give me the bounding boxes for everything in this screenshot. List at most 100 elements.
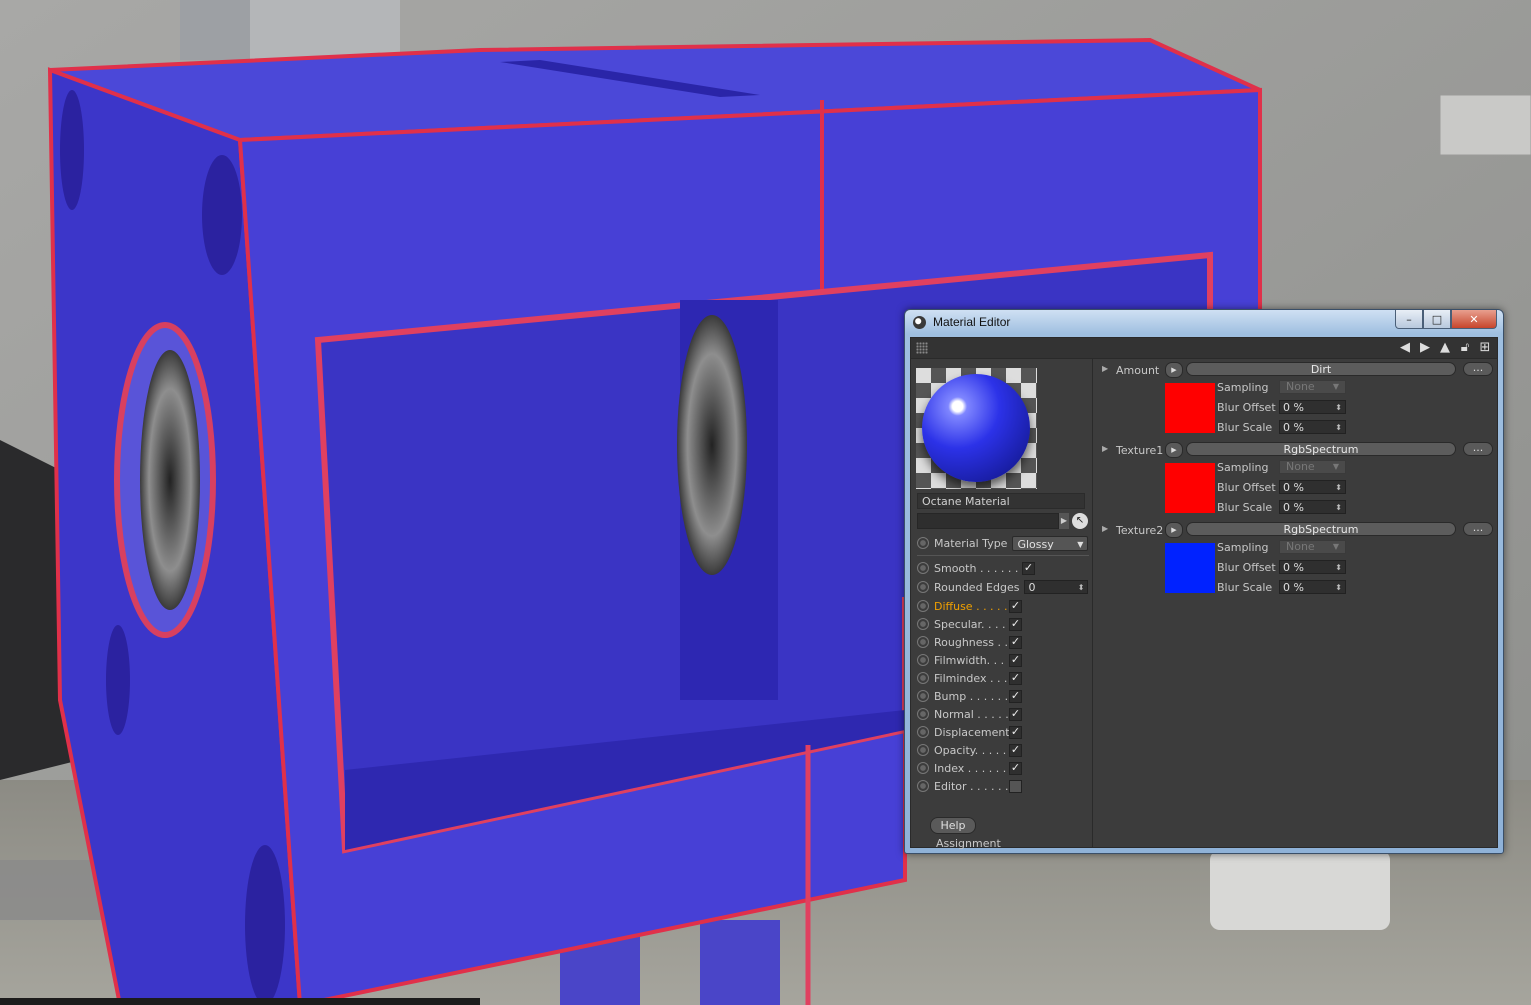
normal-checkbox[interactable]: ✓ — [1009, 708, 1022, 721]
title-bar[interactable]: Material Editor – □ ✕ — [905, 310, 1503, 334]
help-button[interactable]: Help — [930, 817, 976, 834]
channel-label[interactable]: Bump . . . . . . — [934, 690, 1008, 703]
channel-label[interactable]: Displacement — [934, 726, 1010, 739]
shader-options-button[interactable]: ... — [1463, 362, 1493, 376]
channel-label[interactable]: Filmwidth. . . — [934, 654, 1004, 667]
roughness-checkbox[interactable]: ✓ — [1009, 636, 1022, 649]
material-name-field[interactable]: Octane Material — [917, 493, 1085, 509]
chevron-down-icon: ▼ — [1077, 539, 1084, 549]
shader-name-button[interactable]: RgbSpectrum — [1186, 442, 1456, 456]
blur-offset-input[interactable]: 0 % ⬍ — [1279, 400, 1346, 414]
shader-options-button[interactable]: ... — [1463, 442, 1493, 456]
editor-checkbox[interactable] — [1009, 780, 1022, 793]
channel-row-bump[interactable]: Bump . . . . . . ✓ — [917, 687, 1089, 705]
animate-radio[interactable] — [917, 780, 929, 792]
material-link-field[interactable] — [917, 513, 1059, 529]
stepper-arrows-icon[interactable]: ⬍ — [1335, 581, 1342, 595]
stepper-arrows-icon[interactable]: ⬍ — [1335, 401, 1342, 415]
shader-color-swatch[interactable] — [1165, 383, 1215, 433]
link-arrow-button[interactable]: ▶ — [1059, 513, 1069, 529]
channel-row-roughness[interactable]: Roughness . . ✓ — [917, 633, 1089, 651]
animate-radio[interactable] — [917, 537, 929, 549]
material-type-dropdown[interactable]: Glossy ▼ — [1012, 535, 1089, 551]
channel-label[interactable]: Normal . . . . . — [934, 708, 1009, 721]
stepper-arrows-icon[interactable]: ⬍ — [1078, 581, 1085, 595]
channel-label[interactable]: Specular. . . . — [934, 618, 1006, 631]
channel-row-index[interactable]: Index . . . . . . ✓ — [917, 759, 1089, 777]
maximize-button[interactable]: □ — [1423, 310, 1451, 329]
channel-label[interactable]: Index . . . . . . — [934, 762, 1006, 775]
material-preview[interactable] — [916, 368, 1037, 489]
arrow-right-icon[interactable]: ▶ — [1417, 340, 1433, 356]
blur-scale-input[interactable]: 0 % ⬍ — [1279, 580, 1346, 594]
shader-options-button[interactable]: ... — [1463, 522, 1493, 536]
animate-radio[interactable] — [917, 562, 929, 574]
cursor-icon[interactable]: ▲ — [1437, 340, 1453, 356]
channel-label[interactable]: Diffuse . . . . . — [934, 600, 1008, 613]
shader-menu-arrow-button[interactable]: ▶ — [1165, 442, 1183, 458]
channel-row-filmindex[interactable]: Filmindex . . . ✓ — [917, 669, 1089, 687]
sampling-dropdown[interactable]: None ▼ — [1279, 540, 1346, 554]
channel-label[interactable]: Editor . . . . . . — [934, 780, 1009, 793]
rounded-edges-input[interactable]: 0 ⬍ — [1024, 580, 1089, 595]
expand-triangle-icon[interactable]: ▶ — [1102, 524, 1108, 533]
close-button[interactable]: ✕ — [1451, 310, 1497, 329]
bump-checkbox[interactable]: ✓ — [1009, 690, 1022, 703]
animate-radio[interactable] — [917, 726, 929, 738]
stepper-arrows-icon[interactable]: ⬍ — [1335, 561, 1342, 575]
animate-radio[interactable] — [917, 600, 929, 612]
sampling-dropdown[interactable]: None ▼ — [1279, 380, 1346, 394]
expand-triangle-icon[interactable]: ▶ — [1102, 364, 1108, 373]
filmindex-checkbox[interactable]: ✓ — [1009, 672, 1022, 685]
minimize-button[interactable]: – — [1395, 310, 1423, 329]
blur-offset-input[interactable]: 0 % ⬍ — [1279, 560, 1346, 574]
animate-radio[interactable] — [917, 618, 929, 630]
channel-row-filmwidth[interactable]: Filmwidth. . . ✓ — [917, 651, 1089, 669]
channel-row-diffuse[interactable]: Diffuse . . . . . ✓ — [917, 597, 1089, 615]
expand-triangle-icon[interactable]: ▶ — [1102, 444, 1108, 453]
lock-icon[interactable]: 🔓︎ — [1457, 340, 1473, 356]
specular-checkbox[interactable]: ✓ — [1009, 618, 1022, 631]
arrow-left-icon[interactable]: ◀ — [1397, 340, 1413, 356]
channel-label[interactable]: Roughness . . — [934, 636, 1008, 649]
channel-label[interactable]: Filmindex . . . — [934, 672, 1007, 685]
index-checkbox[interactable]: ✓ — [1009, 762, 1022, 775]
channel-row-displacement[interactable]: Displacement ✓ — [917, 723, 1089, 741]
shader-name-button[interactable]: Dirt — [1186, 362, 1456, 376]
opacity-checkbox[interactable]: ✓ — [1009, 744, 1022, 757]
blur-offset-input[interactable]: 0 % ⬍ — [1279, 480, 1346, 494]
shader-color-swatch[interactable] — [1165, 543, 1215, 593]
animate-radio[interactable] — [917, 708, 929, 720]
animate-radio[interactable] — [917, 581, 929, 593]
stepper-arrows-icon[interactable]: ⬍ — [1335, 481, 1342, 495]
diffuse-checkbox[interactable]: ✓ — [1009, 600, 1022, 613]
channel-label: Rounded Edges — [934, 580, 1020, 594]
animate-radio[interactable] — [917, 654, 929, 666]
channel-row-specular[interactable]: Specular. . . . ✓ — [917, 615, 1089, 633]
blur-scale-input[interactable]: 0 % ⬍ — [1279, 500, 1346, 514]
shader-menu-arrow-button[interactable]: ▶ — [1165, 362, 1183, 378]
blur-scale-input[interactable]: 0 % ⬍ — [1279, 420, 1346, 434]
stepper-arrows-icon[interactable]: ⬍ — [1335, 421, 1342, 435]
channel-row-editor[interactable]: Editor . . . . . . — [917, 777, 1089, 795]
stepper-arrows-icon[interactable]: ⬍ — [1335, 501, 1342, 515]
smooth-checkbox[interactable]: ✓ — [1022, 562, 1035, 575]
animate-radio[interactable] — [917, 690, 929, 702]
channel-label[interactable]: Opacity. . . . . — [934, 744, 1006, 757]
shader-name-button[interactable]: RgbSpectrum — [1186, 522, 1456, 536]
animate-radio[interactable] — [917, 762, 929, 774]
new-window-icon[interactable]: ⊞ — [1477, 340, 1493, 356]
filmwidth-checkbox[interactable]: ✓ — [1009, 654, 1022, 667]
animate-radio[interactable] — [917, 744, 929, 756]
animate-radio[interactable] — [917, 636, 929, 648]
displacement-checkbox[interactable]: ✓ — [1009, 726, 1022, 739]
assignment-tab[interactable]: Assignment — [936, 837, 1001, 850]
shader-color-swatch[interactable] — [1165, 463, 1215, 513]
animate-radio[interactable] — [917, 672, 929, 684]
sampling-dropdown[interactable]: None ▼ — [1279, 460, 1346, 474]
shader-menu-arrow-button[interactable]: ▶ — [1165, 522, 1183, 538]
grip-icon[interactable] — [916, 342, 928, 354]
channel-row-opacity[interactable]: Opacity. . . . . ✓ — [917, 741, 1089, 759]
pick-cursor-icon[interactable]: ↖ — [1072, 513, 1088, 529]
channel-row-normal[interactable]: Normal . . . . . ✓ — [917, 705, 1089, 723]
